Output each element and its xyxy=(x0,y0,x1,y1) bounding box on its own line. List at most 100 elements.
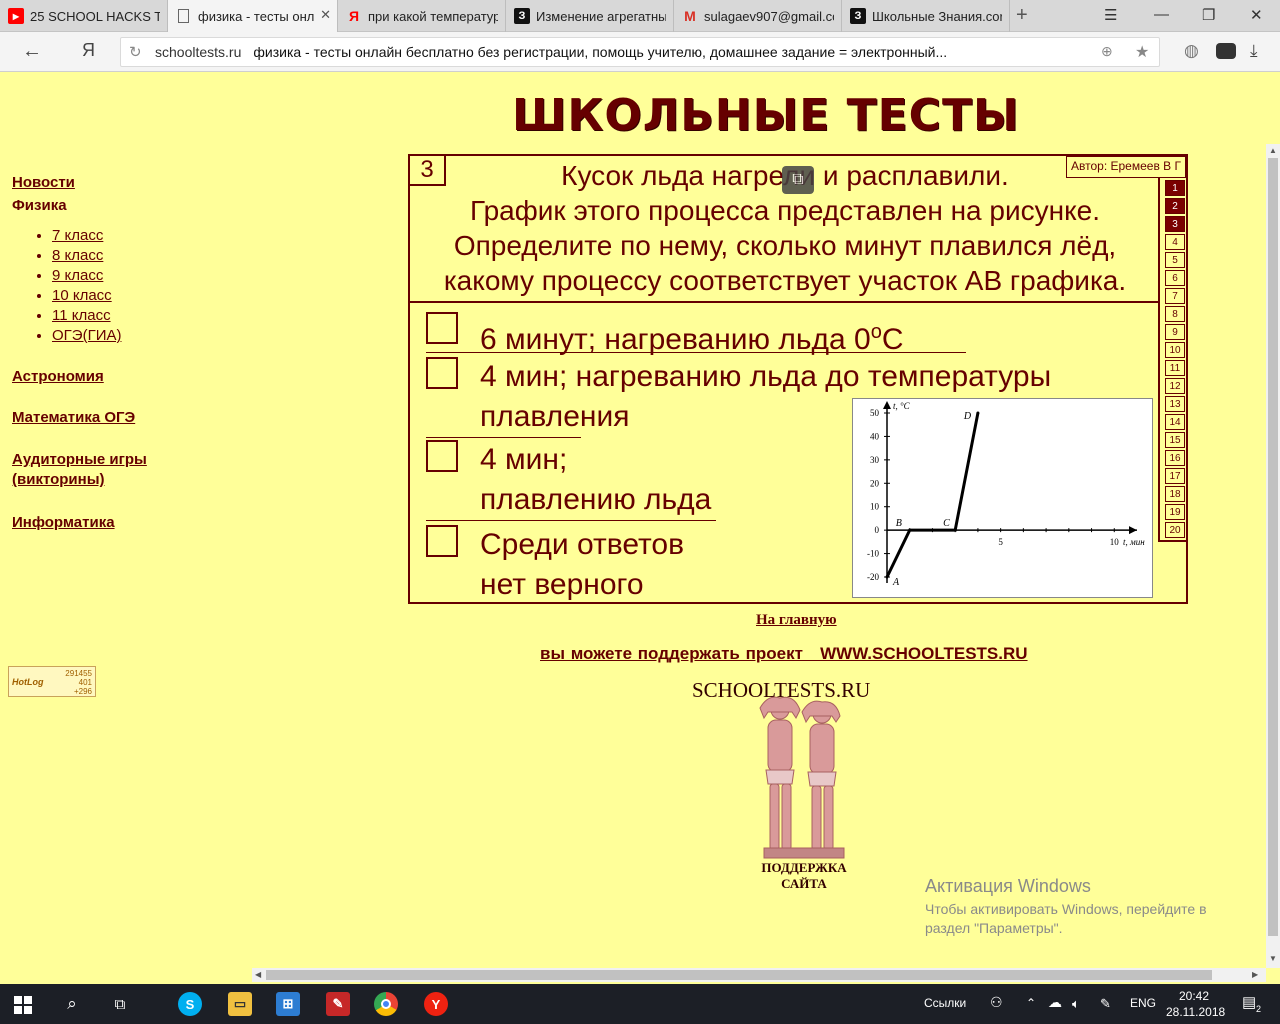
nav-grade-8[interactable]: 8 класс xyxy=(52,247,103,264)
question-nav-14[interactable]: 14 xyxy=(1165,414,1185,430)
question-nav-19[interactable]: 19 xyxy=(1165,504,1185,520)
tab-physics-tests[interactable]: физика - тесты онла ✕ xyxy=(168,0,338,32)
x-axis-arrow xyxy=(1129,526,1137,535)
tab-znanija-2[interactable]: З Школьные Знания.cor xyxy=(842,0,1010,32)
restore-icon[interactable]: ❐ xyxy=(1202,6,1215,24)
notifications-icon[interactable]: ▤ xyxy=(1242,993,1256,1011)
nav-informatics[interactable]: Информатика xyxy=(12,514,242,531)
people-icon[interactable]: ⚇ xyxy=(990,994,1003,1011)
question-nav-1[interactable]: 1 xyxy=(1165,180,1185,196)
question-nav-9[interactable]: 9 xyxy=(1165,324,1185,340)
author-label: Автор: Еремеев В Г xyxy=(1066,156,1186,178)
question-nav-4[interactable]: 4 xyxy=(1165,234,1185,250)
question-nav-3[interactable]: 3 xyxy=(1165,216,1185,232)
yandex-logo[interactable]: Я xyxy=(82,40,95,61)
cloud-icon[interactable]: ☁ xyxy=(1048,994,1062,1011)
gmail-icon: M xyxy=(684,8,696,24)
nav-games[interactable]: Аудиторные игры (викторины) xyxy=(12,450,182,490)
url-field[interactable]: ↻ schooltests.ru физика - тесты онлайн б… xyxy=(120,37,1160,67)
minimize-icon[interactable]: — xyxy=(1154,6,1169,23)
hotlog-counter[interactable]: HotLog 291455 401 +296 xyxy=(8,666,96,697)
reload-icon[interactable]: ↻ xyxy=(129,43,142,61)
close-window-icon[interactable]: ✕ xyxy=(1250,6,1263,24)
menu-icon[interactable]: ☰ xyxy=(1104,6,1117,24)
file-explorer-icon[interactable]: ▭ xyxy=(228,992,252,1016)
scroll-thumb[interactable] xyxy=(1268,158,1278,936)
chevron-up-icon[interactable]: ⌃ xyxy=(1026,996,1036,1010)
nav-grade-10[interactable]: 10 класс xyxy=(52,287,112,304)
answer-1[interactable]: 6 минут; нагреванию льда 0оС xyxy=(426,312,986,356)
nav-math-oge[interactable]: Математика ОГЭ xyxy=(12,409,242,426)
language-indicator[interactable]: ENG xyxy=(1130,996,1156,1010)
close-tab-icon[interactable]: ✕ xyxy=(320,7,331,23)
question-nav-11[interactable]: 11 xyxy=(1165,360,1185,376)
question-nav: 1 2 3 4 5 6 7 8 9 10 11 12 13 14 15 16 17 18 19 20 xyxy=(1158,178,1188,542)
store-icon[interactable]: ⊞ xyxy=(276,992,300,1016)
support-link[interactable]: вы можете поддержать проект WWW.SCHOOLTE… xyxy=(540,644,1028,664)
point-label-D: D xyxy=(963,411,972,422)
links-toolbar[interactable]: Ссылки xyxy=(924,996,966,1010)
yandex-browser-icon[interactable]: Y xyxy=(424,992,448,1016)
clock[interactable]: 20:42 28.11.2018 xyxy=(1166,988,1225,1020)
tab-gmail[interactable]: M sulagaev907@gmail.co xyxy=(674,0,842,32)
scroll-up-icon[interactable]: ▲ xyxy=(1269,146,1277,155)
back-icon[interactable]: ← xyxy=(22,40,42,63)
question-nav-12[interactable]: 12 xyxy=(1165,378,1185,394)
open-external-icon[interactable]: ⧉ xyxy=(782,166,814,194)
question-nav-20[interactable]: 20 xyxy=(1165,522,1185,538)
extension-icon[interactable] xyxy=(1216,43,1236,59)
question-nav-17[interactable]: 17 xyxy=(1165,468,1185,484)
page-content: ШКОЛЬНЫЕ ТЕСТЫ Новости Физика 7 класс 8 … xyxy=(0,72,1266,968)
scroll-thumb[interactable] xyxy=(266,970,1212,980)
answer-checkbox[interactable] xyxy=(426,440,458,472)
nav-news[interactable]: Новости xyxy=(12,174,242,191)
home-link[interactable]: На главную xyxy=(756,612,837,629)
question-nav-7[interactable]: 7 xyxy=(1165,288,1185,304)
question-nav-18[interactable]: 18 xyxy=(1165,486,1185,502)
skype-icon[interactable]: S xyxy=(178,992,202,1016)
nav-grade-9[interactable]: 9 класс xyxy=(52,267,103,284)
pen-icon[interactable]: ✎ xyxy=(1100,996,1111,1012)
question-nav-2[interactable]: 2 xyxy=(1165,198,1185,214)
question-number: 3 xyxy=(410,156,446,186)
scroll-right-icon[interactable]: ▶ xyxy=(1252,970,1258,979)
tab-znanija-1[interactable]: З Изменение агрегатны xyxy=(506,0,674,32)
question-nav-6[interactable]: 6 xyxy=(1165,270,1185,286)
nav-grade-11[interactable]: 11 класс xyxy=(52,307,111,324)
windows-start-icon[interactable] xyxy=(14,996,32,1014)
tab-youtube[interactable]: ▶ 25 SCHOOL HACKS TH xyxy=(0,0,168,32)
y-tick-label: -10 xyxy=(867,549,879,559)
nav-oge-gia[interactable]: ОГЭ(ГИА) xyxy=(52,327,121,344)
search-icon[interactable]: ⌕ xyxy=(60,992,84,1016)
translate-icon[interactable]: ⊕ xyxy=(1101,43,1113,60)
question-nav-5[interactable]: 5 xyxy=(1165,252,1185,268)
answer-checkbox[interactable] xyxy=(426,312,458,344)
question-nav-8[interactable]: 8 xyxy=(1165,306,1185,322)
new-tab-icon[interactable]: + xyxy=(1016,4,1028,27)
scroll-left-icon[interactable]: ◀ xyxy=(255,970,261,979)
question-nav-10[interactable]: 10 xyxy=(1165,342,1185,358)
bookmark-star-icon[interactable]: ★ xyxy=(1135,42,1149,62)
answer-checkbox[interactable] xyxy=(426,525,458,557)
atlas-statue-image[interactable] xyxy=(740,688,870,864)
znanija-icon: З xyxy=(850,8,866,24)
protect-icon[interactable]: ◍ xyxy=(1184,41,1199,61)
chrome-icon[interactable] xyxy=(374,992,398,1016)
question-nav-15[interactable]: 15 xyxy=(1165,432,1185,448)
horizontal-scrollbar[interactable]: ◀ ▶ xyxy=(252,968,1266,982)
answer-checkbox[interactable] xyxy=(426,357,458,389)
nav-grade-7[interactable]: 7 класс xyxy=(52,227,103,244)
vertical-scrollbar[interactable]: ▲ ▼ xyxy=(1266,144,1280,968)
task-view-icon[interactable]: ⧉ xyxy=(108,992,132,1016)
nav-astronomy[interactable]: Астрономия xyxy=(12,368,242,385)
tab-label: физика - тесты онла xyxy=(198,8,314,24)
tab-yandex-search[interactable]: Я при какой температур xyxy=(338,0,506,32)
question-nav-16[interactable]: 16 xyxy=(1165,450,1185,466)
scroll-down-icon[interactable]: ▼ xyxy=(1269,954,1277,963)
point-label-B: B xyxy=(896,518,902,529)
download-icon[interactable]: ⤓ xyxy=(1250,41,1258,61)
app-icon[interactable]: ✎ xyxy=(326,992,350,1016)
znanija-icon: З xyxy=(514,8,530,24)
volume-icon[interactable]: 🔈︎ xyxy=(1072,996,1080,1012)
question-nav-13[interactable]: 13 xyxy=(1165,396,1185,412)
